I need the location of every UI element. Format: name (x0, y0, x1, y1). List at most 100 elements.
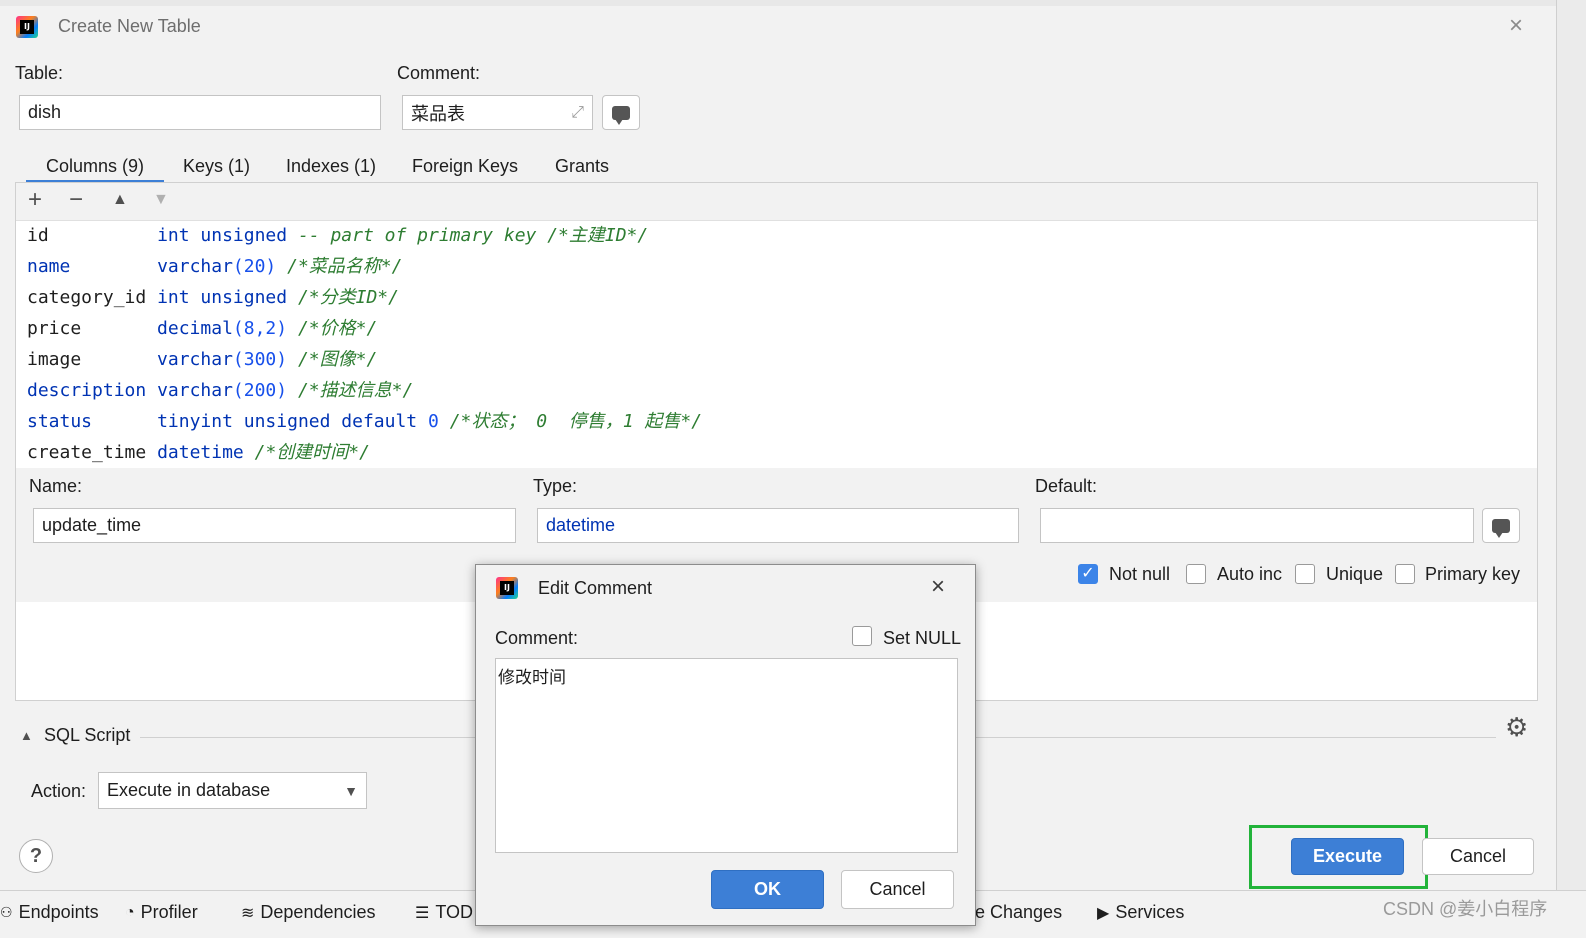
cancel-button[interactable]: Cancel (1422, 838, 1534, 875)
unique-checkbox[interactable] (1295, 564, 1315, 584)
move-down-icon[interactable]: ▼ (153, 191, 169, 209)
column-name-input[interactable]: update_time (33, 508, 516, 543)
column-row[interactable]: image varchar(300) /*图像*/ (27, 345, 377, 375)
table-name-input[interactable]: dish (19, 95, 381, 130)
not-null-label: Not null (1109, 564, 1171, 584)
column-type: tinyint unsigned default (157, 411, 418, 432)
tool-services[interactable]: ▶ Services (1097, 902, 1184, 923)
add-icon[interactable]: + (28, 186, 42, 214)
column-default-input[interactable] (1040, 508, 1474, 543)
column-row[interactable]: id int unsigned -- part of primary key /… (27, 221, 648, 251)
column-type-args: (300) (232, 349, 288, 370)
column-type: varchar (157, 380, 233, 401)
modal-comment-label: Comment: (495, 628, 579, 648)
column-type-args: (20) (232, 256, 277, 277)
help-button[interactable]: ? (19, 839, 53, 873)
endpoints-icon: ⚇ (0, 904, 13, 920)
modal-cancel-button[interactable]: Cancel (841, 870, 954, 909)
primary-key-checkbox[interactable] (1395, 564, 1415, 584)
column-comment: /*创建时间*/ (254, 442, 370, 463)
column-type: int unsigned (157, 287, 288, 308)
tab-indexes[interactable]: Indexes (1) (286, 156, 376, 177)
column-type: int unsigned (157, 225, 288, 246)
column-type-input[interactable]: datetime (537, 508, 1019, 543)
column-name: create_time (27, 442, 147, 463)
column-type-args: (200) (232, 380, 288, 401)
tab-keys[interactable]: Keys (1) (183, 156, 250, 177)
sql-script-label[interactable]: SQL Script (44, 725, 130, 746)
dialog-title: Create New Table (58, 16, 201, 36)
column-name: image (27, 349, 82, 370)
column-default-value: 0 (428, 411, 439, 432)
column-comment: /*价格*/ (297, 318, 378, 339)
tool-changes[interactable]: e Changes (975, 902, 1062, 923)
tab-foreign-keys[interactable]: Foreign Keys (412, 156, 518, 177)
column-type: varchar (157, 349, 233, 370)
column-type: datetime (157, 442, 244, 463)
tab-columns[interactable]: Columns (9) (46, 156, 144, 177)
execute-button[interactable]: Execute (1291, 838, 1404, 875)
table-comment-input[interactable]: 菜品表 ⤢ (402, 95, 593, 130)
column-row[interactable]: create_time datetime /*创建时间*/ (27, 438, 370, 468)
ide-background-right (1556, 0, 1586, 937)
comment-textarea[interactable]: 修改时间 (495, 658, 958, 853)
action-select[interactable]: Execute in database ▼ (98, 772, 367, 809)
services-icon: ▶ (1097, 904, 1110, 922)
tool-dependencies[interactable]: ≋ Dependencies (241, 902, 376, 923)
comment-bubble-icon (1492, 518, 1510, 538)
column-name: price (27, 318, 82, 339)
column-row[interactable]: name varchar(20) /*菜品名称*/ (27, 252, 402, 282)
columns-toolbar: + − ▲ ▼ (16, 183, 1537, 221)
tool-endpoints[interactable]: ⚇ Endpoints (0, 902, 99, 923)
remove-icon[interactable]: − (69, 186, 83, 214)
tab-grants[interactable]: Grants (555, 156, 609, 177)
tool-profiler[interactable]: ◔ Profiler (125, 902, 198, 923)
gear-icon[interactable]: ⚙ (1505, 712, 1528, 743)
set-null-checkbox[interactable] (852, 626, 872, 646)
auto-inc-label: Auto inc (1217, 564, 1283, 584)
modal-title: Edit Comment (538, 578, 653, 598)
close-icon[interactable]: × (1509, 12, 1523, 40)
column-type-args: (8,2) (232, 318, 288, 339)
auto-inc-checkbox[interactable] (1186, 564, 1206, 584)
comment-bubble-icon (612, 105, 630, 125)
not-null-checkbox[interactable]: ✓ (1078, 564, 1098, 584)
ok-button[interactable]: OK (711, 870, 824, 909)
column-name: id (27, 225, 49, 246)
todo-icon: ☰ (415, 904, 430, 922)
column-type: varchar (157, 256, 233, 277)
action-label: Action: (31, 781, 87, 801)
chevron-down-icon: ▼ (344, 782, 358, 799)
column-name: status (27, 411, 93, 432)
tool-todo[interactable]: ☰ TOD (415, 902, 473, 923)
primary-key-label: Primary key (1425, 564, 1521, 584)
expand-icon[interactable]: ⤢ (571, 104, 584, 122)
name-label: Name: (29, 476, 83, 496)
column-name: name (27, 256, 71, 277)
intellij-logo-icon: IJ (496, 577, 518, 599)
column-comment: -- part of primary key /*主建ID*/ (297, 225, 649, 246)
column-row[interactable]: price decimal(8,2) /*价格*/ (27, 314, 377, 344)
close-icon[interactable]: × (931, 573, 945, 601)
column-name: category_id (27, 287, 147, 308)
column-comment: /*菜品名称*/ (287, 256, 403, 277)
edit-comment-button[interactable] (602, 95, 640, 130)
move-up-icon[interactable]: ▲ (112, 191, 128, 209)
watermark: CSDN @姜小白程序 (1383, 899, 1548, 919)
set-null-label: Set NULL (883, 628, 962, 648)
default-label: Default: (1035, 476, 1098, 496)
table-comment-value: 菜品表 (411, 103, 465, 124)
dependencies-icon: ≋ (241, 904, 255, 922)
profiler-icon: ◔ (125, 903, 135, 921)
type-label: Type: (533, 476, 578, 496)
unique-label: Unique (1326, 564, 1384, 584)
table-label: Table: (15, 63, 64, 83)
column-comment: /*图像*/ (297, 349, 378, 370)
collapse-arrow-icon[interactable]: ▲ (20, 728, 33, 743)
edit-column-comment-button[interactable] (1482, 508, 1520, 543)
column-row[interactable]: category_id int unsigned /*分类ID*/ (27, 283, 399, 313)
column-name: description (27, 380, 147, 401)
column-comment: /*状态； 0 停售，1 起售*/ (449, 411, 703, 432)
column-row[interactable]: description varchar(200) /*描述信息*/ (27, 376, 413, 406)
column-row[interactable]: status tinyint unsigned default 0 /*状态； … (27, 407, 702, 437)
